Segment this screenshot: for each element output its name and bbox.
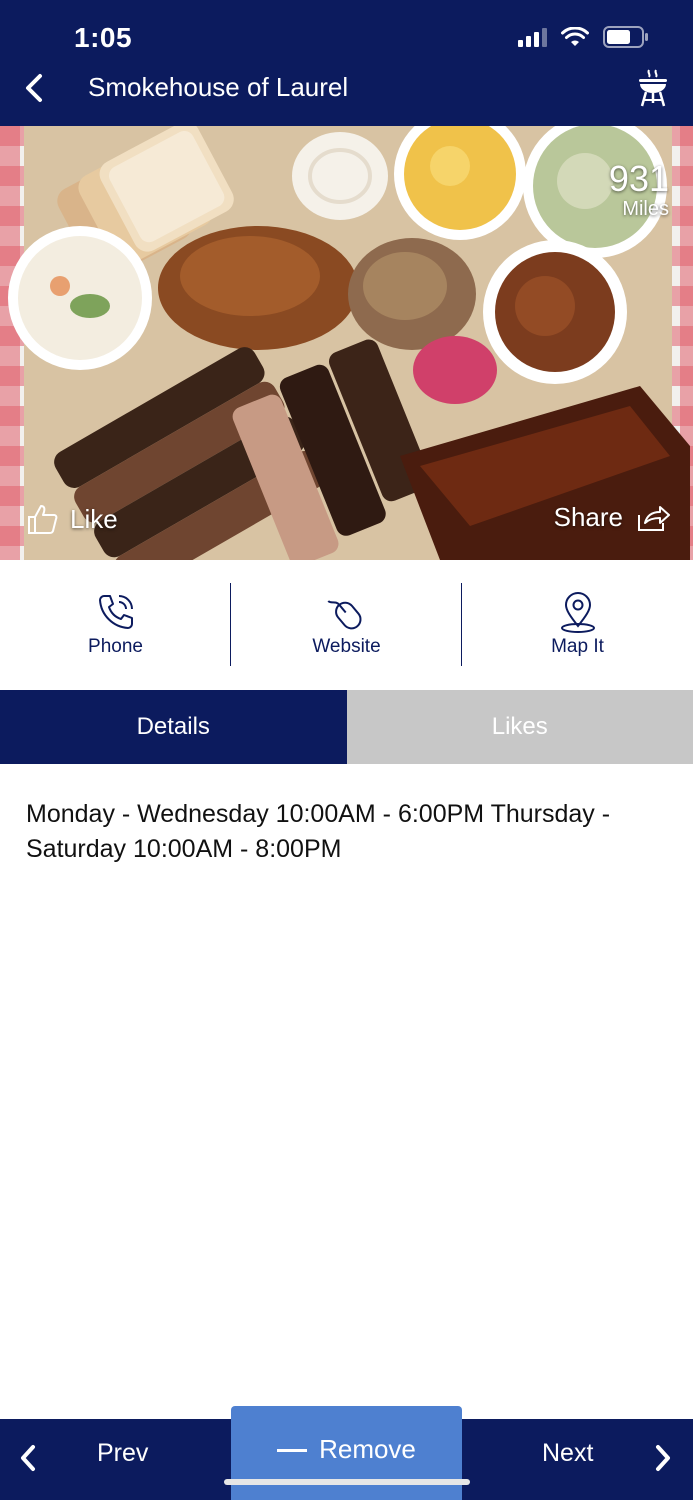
battery-icon — [603, 26, 648, 48]
phone-icon — [98, 595, 133, 629]
back-chevron-icon[interactable] — [16, 68, 56, 108]
share-button[interactable]: Share — [554, 502, 671, 533]
share-arrow-icon — [638, 505, 670, 531]
home-indicator — [224, 1479, 470, 1485]
website-label: Website — [312, 636, 381, 657]
bbq-platter-photo — [0, 126, 693, 560]
chevron-right-icon[interactable] — [651, 1441, 675, 1475]
thumbs-up-icon — [28, 505, 58, 534]
action-row: Phone Website Map It — [0, 560, 693, 690]
like-button[interactable]: Like — [26, 502, 118, 536]
phone-button[interactable]: Phone — [0, 560, 231, 690]
wifi-icon — [561, 27, 589, 46]
tab-bar: Details Likes — [0, 690, 693, 764]
map-it-label: Map It — [551, 636, 604, 657]
prev-button[interactable]: Prev — [97, 1439, 148, 1468]
chevron-left-icon[interactable] — [16, 1441, 40, 1475]
grill-icon[interactable] — [635, 68, 671, 108]
business-hours-text: Monday - Wednesday 10:00AM - 6:00PM Thur… — [26, 800, 611, 863]
mouse-icon — [326, 600, 361, 630]
map-pin-icon — [560, 592, 595, 633]
tab-details[interactable]: Details — [0, 690, 347, 764]
remove-button[interactable]: Remove — [231, 1406, 462, 1500]
share-label: Share — [553, 502, 623, 532]
tab-likes[interactable]: Likes — [346, 690, 693, 764]
distance-value: 931 — [608, 158, 669, 199]
distance-badge: 931 Miles — [608, 158, 669, 221]
status-bar: 1:05 — [0, 0, 693, 53]
next-button[interactable]: Next — [542, 1439, 593, 1468]
nav-bar: Smokehouse of Laurel — [0, 50, 693, 126]
like-label: Like — [70, 503, 118, 534]
cellular-signal-icon — [518, 27, 547, 47]
map-it-button[interactable]: Map It — [462, 560, 693, 690]
page-title: Smokehouse of Laurel — [88, 72, 349, 102]
minus-icon — [277, 1449, 308, 1452]
hero-photo: 931 Miles Like Share — [0, 126, 693, 560]
phone-label: Phone — [88, 636, 143, 657]
distance-unit: Miles — [622, 198, 669, 220]
remove-label: Remove — [319, 1434, 416, 1464]
website-button[interactable]: Website — [231, 560, 462, 690]
status-icons — [518, 26, 649, 48]
